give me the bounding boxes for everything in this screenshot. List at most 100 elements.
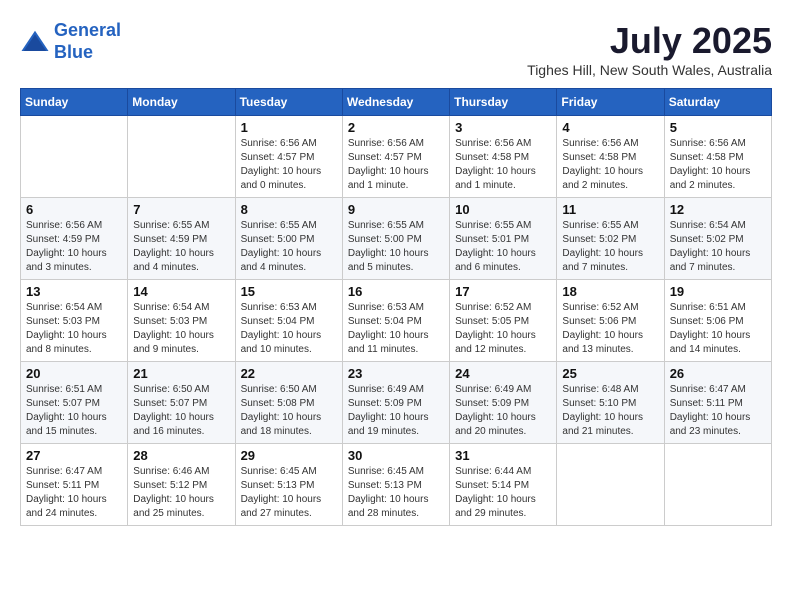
calendar-cell: 5 Sunrise: 6:56 AM Sunset: 4:58 PM Daylig… (664, 116, 771, 198)
day-number: 25 (562, 366, 658, 381)
day-info: Sunrise: 6:52 AM Sunset: 5:06 PM Dayligh… (562, 301, 658, 357)
calendar-cell: 27Sunrise: 6:47 AM Sunset: 5:11 PM Dayli… (21, 444, 128, 526)
day-info: Sunrise: 6:53 AM Sunset: 5:04 PM Dayligh… (241, 301, 337, 357)
day-number: 3 (455, 120, 551, 135)
calendar-cell: 6Sunrise: 6:56 AM Sunset: 4:59 PM Daylig… (21, 198, 128, 280)
day-info: Sunrise: 6:55 AM Sunset: 5:00 PM Dayligh… (348, 219, 444, 275)
calendar-cell (21, 116, 128, 198)
day-number: 21 (133, 366, 229, 381)
day-number: 10 (455, 202, 551, 217)
day-info: Sunrise: 6:55 AM Sunset: 5:02 PM Dayligh… (562, 219, 658, 275)
calendar-cell: 7 Sunrise: 6:55 AM Sunset: 4:59 PM Daylig… (128, 198, 235, 280)
day-number: 18 (562, 284, 658, 299)
day-number: 15 (241, 284, 337, 299)
month-title: July 2025 (527, 20, 772, 62)
day-number: 17 (455, 284, 551, 299)
logo-icon (20, 27, 50, 57)
day-number: 11 (562, 202, 658, 217)
day-number: 30 (348, 448, 444, 463)
day-number: 19 (670, 284, 766, 299)
calendar-cell (128, 116, 235, 198)
calendar-cell: 12Sunrise: 6:54 AM Sunset: 5:02 PM Dayli… (664, 198, 771, 280)
day-info: Sunrise: 6:55 AM Sunset: 4:59 PM Dayligh… (133, 219, 229, 275)
day-number: 31 (455, 448, 551, 463)
day-number: 6 (26, 202, 122, 217)
day-info: Sunrise: 6:54 AM Sunset: 5:02 PM Dayligh… (670, 219, 766, 275)
calendar-cell: 18 Sunrise: 6:52 AM Sunset: 5:06 PM Dayli… (557, 280, 664, 362)
calendar-cell: 2Sunrise: 6:56 AM Sunset: 4:57 PM Daylig… (342, 116, 449, 198)
header-tuesday: Tuesday (235, 89, 342, 116)
header-thursday: Thursday (450, 89, 557, 116)
day-info: Sunrise: 6:50 AM Sunset: 5:08 PM Dayligh… (241, 383, 337, 439)
day-info: Sunrise: 6:49 AM Sunset: 5:09 PM Dayligh… (455, 383, 551, 439)
calendar-header: Sunday Monday Tuesday Wednesday Thursday… (21, 89, 772, 116)
day-info: Sunrise: 6:51 AM Sunset: 5:06 PM Dayligh… (670, 301, 766, 357)
calendar-cell: 23Sunrise: 6:49 AM Sunset: 5:09 PM Dayli… (342, 362, 449, 444)
calendar-cell: 9Sunrise: 6:55 AM Sunset: 5:00 PM Daylig… (342, 198, 449, 280)
day-number: 16 (348, 284, 444, 299)
header-monday: Monday (128, 89, 235, 116)
day-info: Sunrise: 6:56 AM Sunset: 4:58 PM Dayligh… (562, 137, 658, 193)
calendar-body: 1 Sunrise: 6:56 AM Sunset: 4:57 PM Daylig… (21, 116, 772, 526)
calendar-cell: 19 Sunrise: 6:51 AM Sunset: 5:06 PM Dayli… (664, 280, 771, 362)
week-row-5: 27Sunrise: 6:47 AM Sunset: 5:11 PM Dayli… (21, 444, 772, 526)
calendar-cell: 14 Sunrise: 6:54 AM Sunset: 5:03 PM Dayli… (128, 280, 235, 362)
day-info: Sunrise: 6:47 AM Sunset: 5:11 PM Dayligh… (670, 383, 766, 439)
logo-text: General Blue (54, 20, 121, 63)
header-sunday: Sunday (21, 89, 128, 116)
day-info: Sunrise: 6:55 AM Sunset: 5:00 PM Dayligh… (241, 219, 337, 275)
day-info: Sunrise: 6:48 AM Sunset: 5:10 PM Dayligh… (562, 383, 658, 439)
day-info: Sunrise: 6:54 AM Sunset: 5:03 PM Dayligh… (26, 301, 122, 357)
day-number: 8 (241, 202, 337, 217)
calendar-cell: 25 Sunrise: 6:48 AM Sunset: 5:10 PM Dayli… (557, 362, 664, 444)
day-number: 22 (241, 366, 337, 381)
calendar-cell: 31Sunrise: 6:44 AM Sunset: 5:14 PM Dayli… (450, 444, 557, 526)
day-number: 4 (562, 120, 658, 135)
calendar-cell: 17 Sunrise: 6:52 AM Sunset: 5:05 PM Dayli… (450, 280, 557, 362)
day-info: Sunrise: 6:45 AM Sunset: 5:13 PM Dayligh… (348, 465, 444, 521)
location: Tighes Hill, New South Wales, Australia (527, 62, 772, 78)
calendar-cell (557, 444, 664, 526)
header-wednesday: Wednesday (342, 89, 449, 116)
calendar-cell: 21 Sunrise: 6:50 AM Sunset: 5:07 PM Dayli… (128, 362, 235, 444)
calendar-cell: 26 Sunrise: 6:47 AM Sunset: 5:11 PM Dayli… (664, 362, 771, 444)
title-section: July 2025 Tighes Hill, New South Wales, … (527, 20, 772, 78)
day-number: 7 (133, 202, 229, 217)
day-number: 26 (670, 366, 766, 381)
day-info: Sunrise: 6:52 AM Sunset: 5:05 PM Dayligh… (455, 301, 551, 357)
day-info: Sunrise: 6:50 AM Sunset: 5:07 PM Dayligh… (133, 383, 229, 439)
day-info: Sunrise: 6:54 AM Sunset: 5:03 PM Dayligh… (133, 301, 229, 357)
day-number: 1 (241, 120, 337, 135)
day-info: Sunrise: 6:49 AM Sunset: 5:09 PM Dayligh… (348, 383, 444, 439)
day-info: Sunrise: 6:56 AM Sunset: 4:58 PM Dayligh… (670, 137, 766, 193)
calendar-cell: 3 Sunrise: 6:56 AM Sunset: 4:58 PM Daylig… (450, 116, 557, 198)
header-friday: Friday (557, 89, 664, 116)
day-number: 14 (133, 284, 229, 299)
calendar-cell: 4 Sunrise: 6:56 AM Sunset: 4:58 PM Daylig… (557, 116, 664, 198)
logo-general: General (54, 20, 121, 40)
page-header: General Blue July 2025 Tighes Hill, New … (20, 20, 772, 78)
day-number: 2 (348, 120, 444, 135)
day-number: 5 (670, 120, 766, 135)
day-number: 28 (133, 448, 229, 463)
week-row-2: 6Sunrise: 6:56 AM Sunset: 4:59 PM Daylig… (21, 198, 772, 280)
calendar-cell: 8 Sunrise: 6:55 AM Sunset: 5:00 PM Daylig… (235, 198, 342, 280)
calendar-cell: 16Sunrise: 6:53 AM Sunset: 5:04 PM Dayli… (342, 280, 449, 362)
logo-blue: Blue (54, 42, 93, 62)
day-info: Sunrise: 6:46 AM Sunset: 5:12 PM Dayligh… (133, 465, 229, 521)
day-info: Sunrise: 6:56 AM Sunset: 4:58 PM Dayligh… (455, 137, 551, 193)
day-info: Sunrise: 6:45 AM Sunset: 5:13 PM Dayligh… (241, 465, 337, 521)
calendar-cell: 22 Sunrise: 6:50 AM Sunset: 5:08 PM Dayli… (235, 362, 342, 444)
calendar-cell: 28 Sunrise: 6:46 AM Sunset: 5:12 PM Dayli… (128, 444, 235, 526)
calendar-cell: 15 Sunrise: 6:53 AM Sunset: 5:04 PM Dayli… (235, 280, 342, 362)
day-info: Sunrise: 6:51 AM Sunset: 5:07 PM Dayligh… (26, 383, 122, 439)
calendar-cell: 1 Sunrise: 6:56 AM Sunset: 4:57 PM Daylig… (235, 116, 342, 198)
calendar-cell: 24Sunrise: 6:49 AM Sunset: 5:09 PM Dayli… (450, 362, 557, 444)
week-row-4: 20 Sunrise: 6:51 AM Sunset: 5:07 PM Dayli… (21, 362, 772, 444)
calendar-table: Sunday Monday Tuesday Wednesday Thursday… (20, 88, 772, 526)
calendar-cell: 29Sunrise: 6:45 AM Sunset: 5:13 PM Dayli… (235, 444, 342, 526)
day-info: Sunrise: 6:56 AM Sunset: 4:57 PM Dayligh… (241, 137, 337, 193)
calendar-cell (664, 444, 771, 526)
day-number: 27 (26, 448, 122, 463)
day-number: 20 (26, 366, 122, 381)
